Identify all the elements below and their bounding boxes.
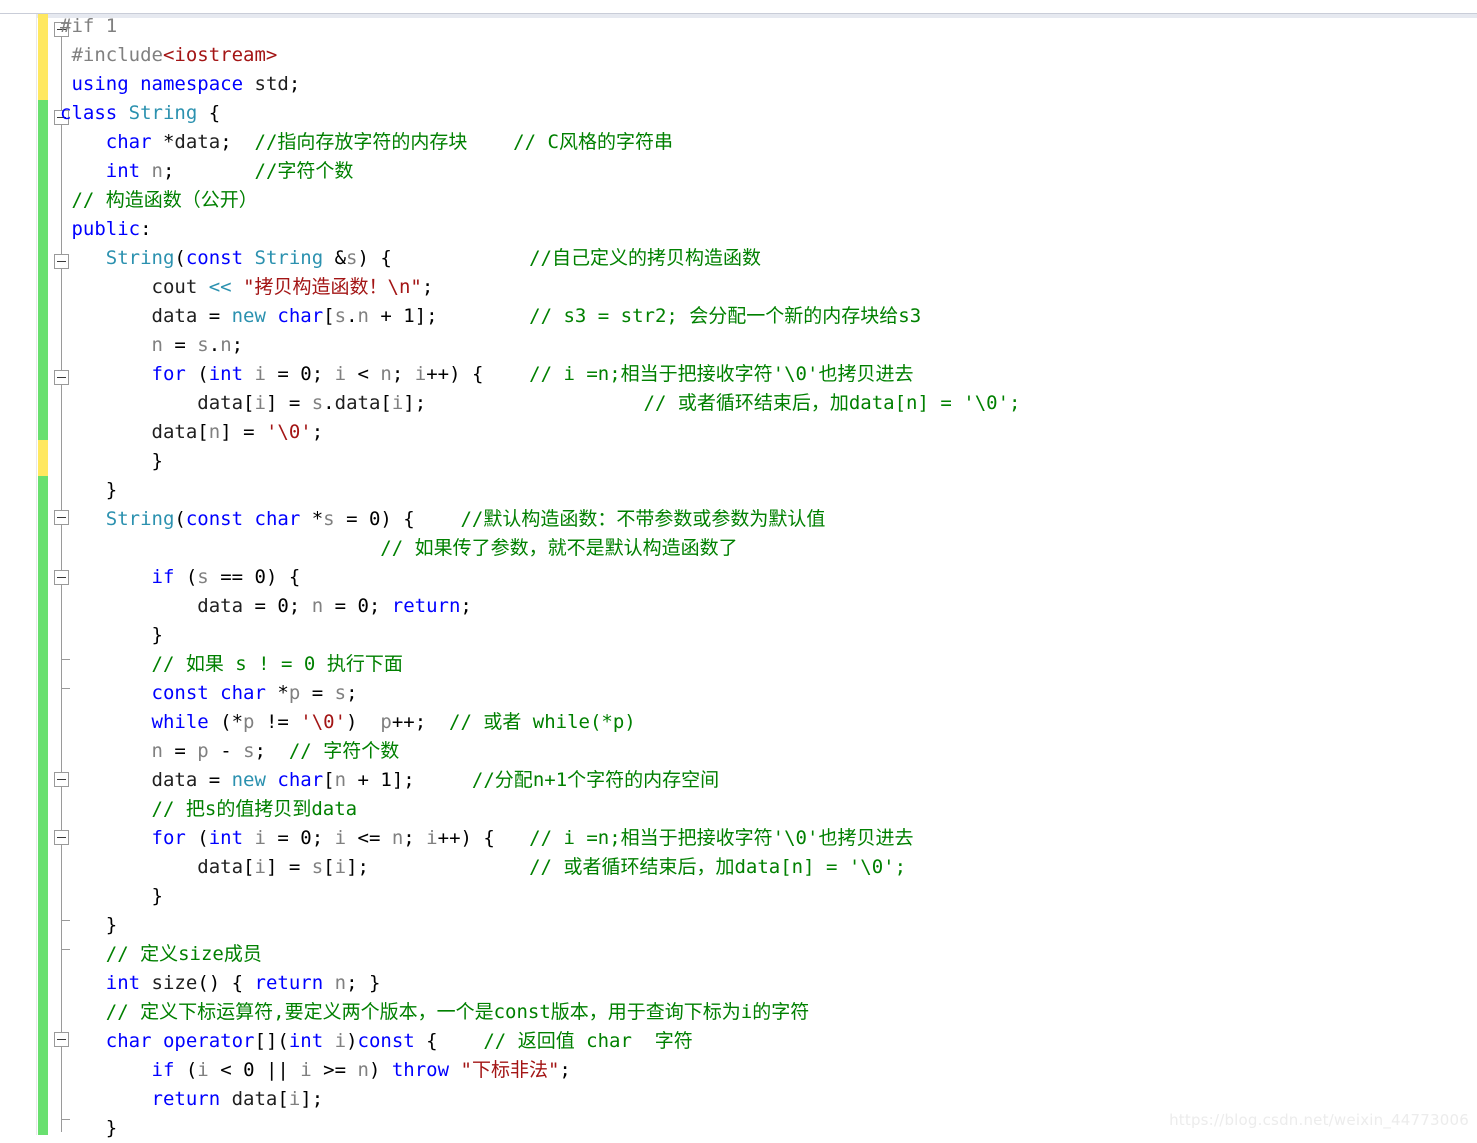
code-line[interactable]: for (int i = 0; i < n; i++) { // i =n;相当…: [60, 360, 914, 389]
code-line[interactable]: }: [60, 476, 117, 505]
code-line[interactable]: class String {: [60, 99, 220, 128]
code-line[interactable]: String(const String &s) { //自己定义的拷贝构造函数: [60, 244, 761, 273]
code-line[interactable]: using namespace std;: [60, 70, 300, 99]
code-line[interactable]: while (*p != '\0') p++; // 或者 while(*p): [60, 708, 636, 737]
code-line[interactable]: if (i < 0 || i >= n) throw "下标非法";: [60, 1056, 571, 1085]
code-line[interactable]: for (int i = 0; i <= n; i++) { // i =n;相…: [60, 824, 914, 853]
code-line[interactable]: data = new char[n + 1]; //分配n+1个字符的内存空间: [60, 766, 720, 795]
code-line[interactable]: data = 0; n = 0; return;: [60, 592, 472, 621]
code-line[interactable]: char operator[](int i)const { // 返回值 cha…: [60, 1027, 693, 1056]
editor-tab-strip: [0, 0, 1477, 14]
code-editor[interactable]: #if 1 #include<iostream> using namespace…: [0, 12, 1477, 1139]
code-line[interactable]: String(const char *s = 0) { //默认构造函数：不带参…: [60, 505, 826, 534]
watermark: https://blog.csdn.net/weixin_44773006: [1169, 1111, 1469, 1129]
editor-tab-2[interactable]: [530, 0, 1076, 14]
change-bar-segment: [38, 100, 48, 440]
code-line[interactable]: return data[i];: [60, 1085, 324, 1114]
code-line[interactable]: n = p - s; // 字符个数: [60, 737, 400, 766]
code-line[interactable]: // 如果传了参数，就不是默认构造函数了: [60, 534, 737, 563]
code-line[interactable]: #if 1: [60, 12, 117, 41]
code-line[interactable]: data[i] = s.data[i]; // 或者循环结束后，加data[n]…: [60, 389, 1020, 418]
change-bar-segment: [38, 440, 48, 476]
code-line[interactable]: #include<iostream>: [60, 41, 277, 70]
code-surface[interactable]: #if 1 #include<iostream> using namespace…: [60, 12, 1477, 1139]
change-bar-margin: [38, 14, 48, 1135]
code-line[interactable]: if (s == 0) {: [60, 563, 301, 592]
code-line[interactable]: cout << "拷贝构造函数！\n";: [60, 273, 434, 302]
code-line[interactable]: // 构造函数（公开）: [60, 186, 257, 215]
code-line[interactable]: }: [60, 447, 163, 476]
code-line[interactable]: }: [60, 621, 163, 650]
code-line[interactable]: data = new char[s.n + 1]; // s3 = str2; …: [60, 302, 922, 331]
change-bar-segment: [38, 14, 48, 100]
code-line[interactable]: char *data; //指向存放字符的内存块 // C风格的字符串: [60, 128, 673, 157]
code-line[interactable]: }: [60, 882, 163, 911]
code-line[interactable]: }: [60, 911, 117, 940]
code-line[interactable]: const char *p = s;: [60, 679, 358, 708]
code-line[interactable]: int size() { return n; }: [60, 969, 381, 998]
code-line[interactable]: // 定义下标运算符,要定义两个版本，一个是const版本，用于查询下标为i的字…: [60, 998, 810, 1027]
code-line[interactable]: int n; //字符个数: [60, 157, 354, 186]
code-line[interactable]: }: [60, 1114, 117, 1143]
code-line[interactable]: public:: [60, 215, 151, 244]
selection-margin[interactable]: [0, 14, 37, 1135]
code-line[interactable]: data[i] = s[i]; // 或者循环结束后，加data[n] = '\…: [60, 853, 906, 882]
code-line[interactable]: data[n] = '\0';: [60, 418, 324, 447]
change-bar-segment: [38, 476, 48, 1135]
editor-tab-3[interactable]: [1075, 0, 1477, 14]
code-line[interactable]: n = s.n;: [60, 331, 244, 360]
code-line[interactable]: // 把s的值拷贝到data: [60, 795, 358, 824]
code-line[interactable]: // 如果 s ! = 0 执行下面: [60, 650, 403, 679]
code-line[interactable]: // 定义size成员: [60, 940, 262, 969]
